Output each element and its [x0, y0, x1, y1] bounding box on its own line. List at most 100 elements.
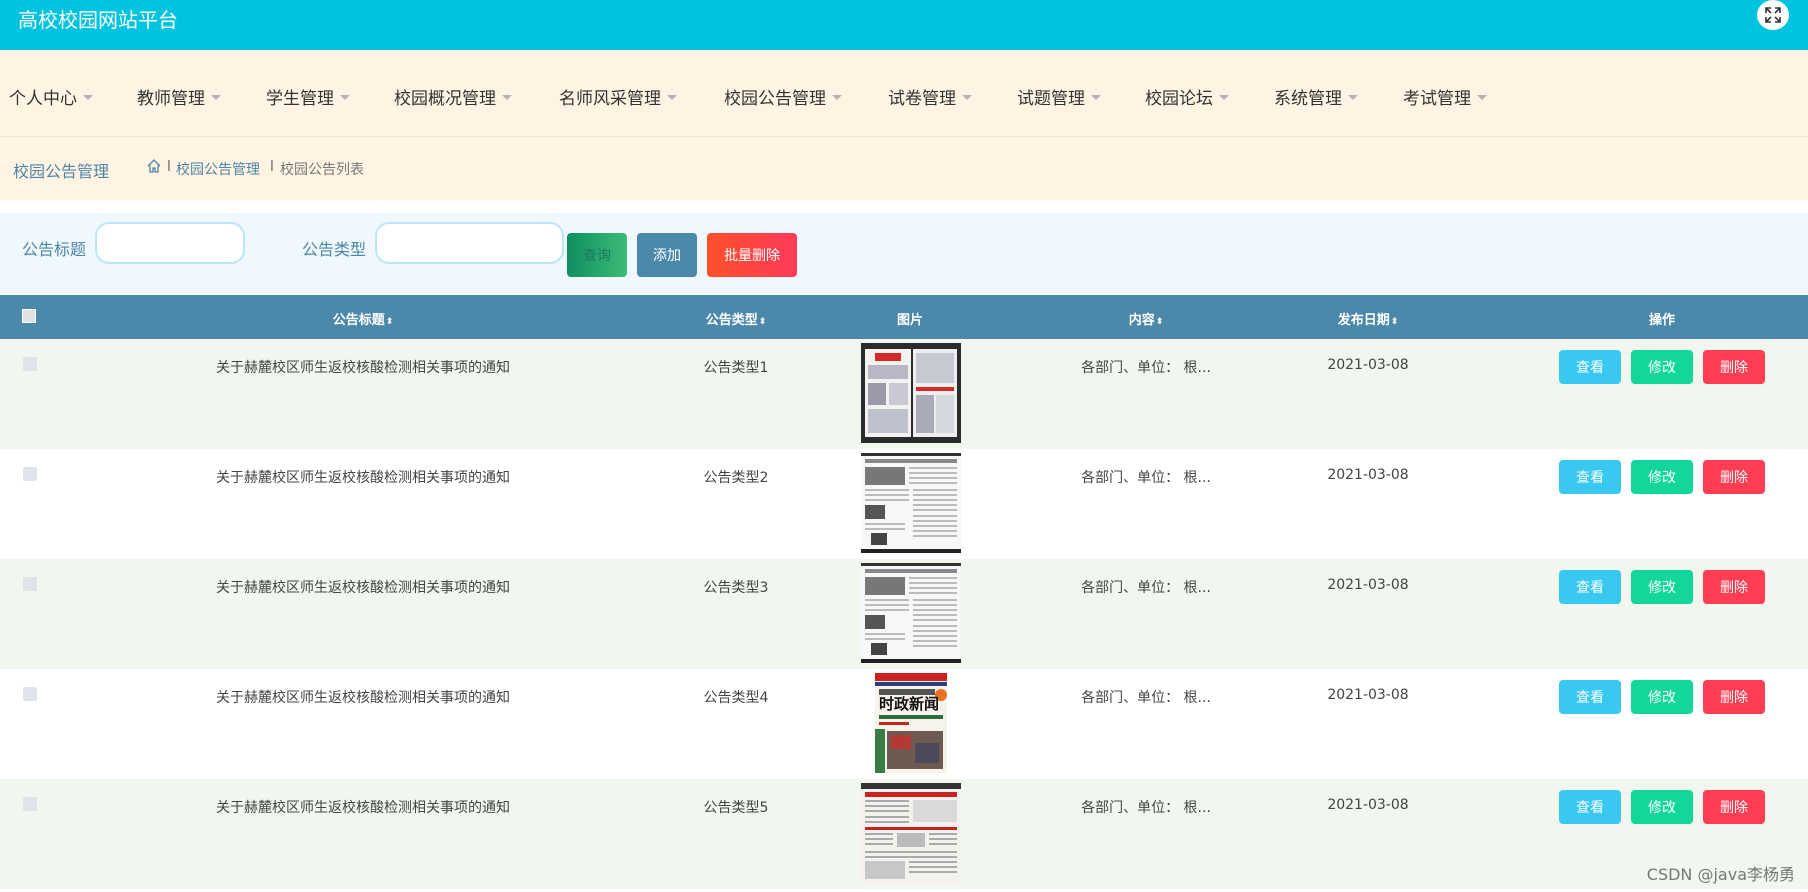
caret-down-icon	[211, 95, 221, 100]
type-search-input[interactable]	[375, 222, 564, 264]
search-button[interactable]: 查询	[567, 233, 627, 277]
select-all-checkbox[interactable]	[22, 309, 36, 323]
menu-item-exam-papers[interactable]: 试卷管理	[888, 84, 972, 109]
edit-button[interactable]: 修改	[1631, 790, 1693, 824]
column-content-header[interactable]: 内容⬍	[1129, 309, 1164, 328]
view-button[interactable]: 查看	[1559, 460, 1621, 494]
menu-label: 学生管理	[266, 89, 334, 109]
sort-icon: ⬍	[1390, 317, 1399, 327]
row-title: 关于赫麓校区师生返校核酸检测相关事项的通知	[216, 360, 510, 376]
column-label: 内容	[1128, 313, 1155, 328]
table-row: 关于赫麓校区师生返校核酸检测相关事项的通知 公告类型5 各部门、单位： 根...…	[0, 779, 1808, 889]
table-row: 关于赫麓校区师生返校核酸检测相关事项的通知 公告类型3 各部门、单位： 根...…	[0, 559, 1808, 669]
sort-icon: ⬍	[385, 317, 394, 327]
menu-item-teachers[interactable]: 教师管理	[137, 84, 221, 109]
row-title: 关于赫麓校区师生返校核酸检测相关事项的通知	[216, 580, 510, 596]
menu-item-system[interactable]: 系统管理	[1274, 84, 1358, 109]
row-date: 2021-03-08	[1327, 797, 1409, 813]
edit-button[interactable]: 修改	[1631, 570, 1693, 604]
column-date-header[interactable]: 发布日期⬍	[1338, 309, 1399, 328]
view-button[interactable]: 查看	[1559, 350, 1621, 384]
menu-label: 名师风采管理	[559, 89, 661, 109]
search-bar: 公告标题 公告类型 查询 添加 批量删除	[0, 213, 1808, 293]
menu-item-famous-teachers[interactable]: 名师风采管理	[559, 84, 677, 109]
row-checkbox[interactable]	[23, 467, 37, 481]
caret-down-icon	[1219, 95, 1229, 100]
row-title: 关于赫麓校区师生返校核酸检测相关事项的通知	[216, 800, 510, 816]
expand-icon	[1765, 7, 1781, 23]
menu-label: 试卷管理	[888, 89, 956, 109]
row-type: 公告类型4	[703, 690, 769, 706]
delete-button[interactable]: 删除	[1703, 790, 1765, 824]
breadcrumb-link[interactable]: 校园公告管理	[176, 159, 260, 179]
menu-item-announcements[interactable]: 校园公告管理	[724, 84, 842, 109]
menu-label: 校园概况管理	[394, 89, 496, 109]
table-row: 关于赫麓校区师生返校核酸检测相关事项的通知 公告类型2 各部门、单位： 根...…	[0, 449, 1808, 559]
menu-label: 校园公告管理	[724, 89, 826, 109]
row-checkbox[interactable]	[23, 577, 37, 591]
row-type: 公告类型2	[703, 470, 769, 486]
english-newspaper-image	[861, 453, 961, 553]
menu-item-exams[interactable]: 考试管理	[1403, 84, 1487, 109]
title-label: 公告标题	[22, 240, 87, 259]
column-type-header[interactable]: 公告类型⬍	[706, 309, 767, 328]
view-button[interactable]: 查看	[1559, 680, 1621, 714]
watermark: CSDN @java李杨勇	[1646, 865, 1795, 884]
fullscreen-button[interactable]	[1757, 0, 1789, 30]
delete-button[interactable]: 删除	[1703, 460, 1765, 494]
table-row: 关于赫麓校区师生返校核酸检测相关事项的通知 公告类型1 各部门、单位： 根...…	[0, 339, 1808, 449]
menu-item-campus-overview[interactable]: 校园概况管理	[394, 84, 512, 109]
column-actions-header: 操作	[1648, 313, 1676, 328]
row-content: 各部门、单位： 根...	[1081, 470, 1211, 486]
newspaper-spread-image	[861, 343, 961, 443]
title-search-input[interactable]	[95, 222, 245, 264]
magazine-headline: 时政新闻	[879, 695, 939, 713]
caret-down-icon	[962, 95, 972, 100]
menu-label: 教师管理	[137, 89, 205, 109]
breadcrumb-separator: l	[270, 159, 274, 175]
row-title: 关于赫麓校区师生返校核酸检测相关事项的通知	[216, 690, 510, 706]
caret-down-icon	[83, 95, 93, 100]
row-date: 2021-03-08	[1327, 687, 1409, 703]
caret-down-icon	[667, 95, 677, 100]
menu-item-students[interactable]: 学生管理	[266, 84, 350, 109]
caret-down-icon	[1348, 95, 1358, 100]
home-icon[interactable]	[146, 158, 162, 174]
edit-button[interactable]: 修改	[1631, 460, 1693, 494]
menu-label: 校园论坛	[1145, 89, 1213, 109]
menu-label: 个人中心	[9, 89, 77, 109]
row-title: 关于赫麓校区师生返校核酸检测相关事项的通知	[216, 470, 510, 486]
newspaper-page-image	[861, 783, 961, 883]
sort-icon: ⬍	[1155, 317, 1164, 327]
caret-down-icon	[340, 95, 350, 100]
row-checkbox[interactable]	[23, 797, 37, 811]
delete-button[interactable]: 删除	[1703, 350, 1765, 384]
add-button[interactable]: 添加	[637, 233, 697, 277]
page-title: 校园公告管理	[13, 162, 110, 181]
sort-icon: ⬍	[758, 317, 767, 327]
view-button[interactable]: 查看	[1559, 570, 1621, 604]
column-label: 公告标题	[332, 313, 385, 328]
delete-button[interactable]: 删除	[1703, 570, 1765, 604]
edit-button[interactable]: 修改	[1631, 680, 1693, 714]
caret-down-icon	[832, 95, 842, 100]
menu-item-personal[interactable]: 个人中心	[9, 84, 93, 109]
batch-delete-button[interactable]: 批量删除	[707, 233, 797, 277]
menu-item-forum[interactable]: 校园论坛	[1145, 84, 1229, 109]
row-date: 2021-03-08	[1327, 467, 1409, 483]
row-checkbox[interactable]	[23, 357, 37, 371]
row-content: 各部门、单位： 根...	[1081, 800, 1211, 816]
breadcrumb-separator: l	[167, 159, 171, 175]
column-label: 发布日期	[1337, 313, 1390, 328]
edit-button[interactable]: 修改	[1631, 350, 1693, 384]
menu-label: 试题管理	[1017, 89, 1085, 109]
row-checkbox[interactable]	[23, 687, 37, 701]
delete-button[interactable]: 删除	[1703, 680, 1765, 714]
view-button[interactable]: 查看	[1559, 790, 1621, 824]
column-title-header[interactable]: 公告标题⬍	[333, 309, 394, 328]
menu-item-questions[interactable]: 试题管理	[1017, 84, 1101, 109]
row-content: 各部门、单位： 根...	[1081, 360, 1211, 376]
breadcrumb-bar: 校园公告管理 l 校园公告管理 l 校园公告列表	[0, 137, 1808, 200]
app-title: 高校校园网站平台	[18, 8, 178, 32]
breadcrumb-current: 校园公告列表	[280, 162, 364, 178]
